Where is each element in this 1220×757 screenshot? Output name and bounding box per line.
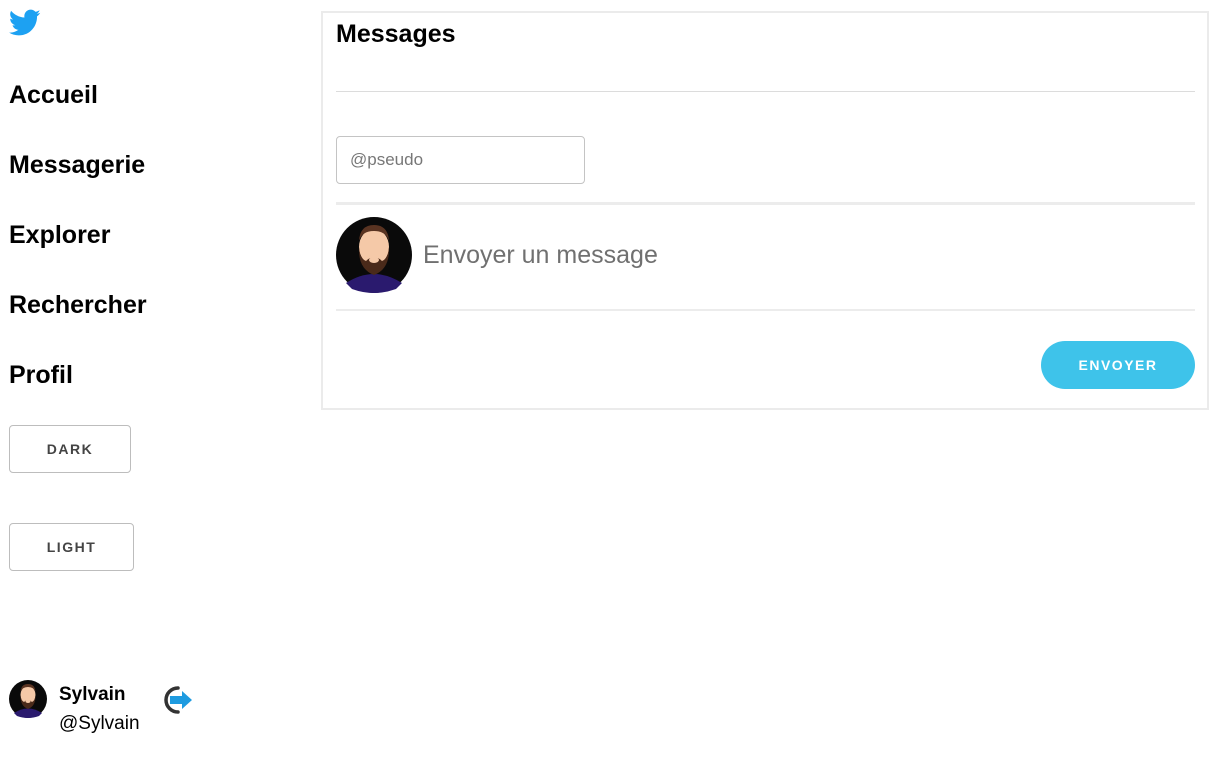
message-input[interactable]: [423, 233, 1183, 277]
nav-item-messagerie[interactable]: Messagerie: [9, 150, 145, 180]
divider: [336, 309, 1195, 311]
profile-handle: @Sylvain: [59, 713, 140, 734]
profile-name: Sylvain: [59, 684, 126, 705]
nav-item-profil[interactable]: Profil: [9, 360, 73, 390]
pseudo-input[interactable]: [336, 136, 585, 184]
nav-item-explorer[interactable]: Explorer: [9, 220, 110, 250]
avatar[interactable]: [9, 680, 47, 718]
profile-card: Sylvain @Sylvain: [9, 680, 209, 740]
twitter-bird-icon[interactable]: [9, 9, 41, 37]
logout-arrow-icon[interactable]: [156, 682, 196, 718]
send-button[interactable]: ENVOYER: [1041, 341, 1195, 389]
divider: [336, 91, 1195, 92]
messages-panel: Messages ENVOYER: [321, 11, 1209, 410]
nav-item-rechercher[interactable]: Rechercher: [9, 290, 147, 320]
dark-theme-button[interactable]: DARK: [9, 425, 131, 473]
page-title: Messages: [336, 20, 456, 48]
avatar: [336, 217, 412, 293]
sidebar: Accueil Messagerie Explorer Rechercher P…: [0, 0, 300, 757]
divider: [336, 202, 1195, 205]
light-theme-button[interactable]: LIGHT: [9, 523, 134, 571]
nav-item-accueil[interactable]: Accueil: [9, 80, 98, 110]
